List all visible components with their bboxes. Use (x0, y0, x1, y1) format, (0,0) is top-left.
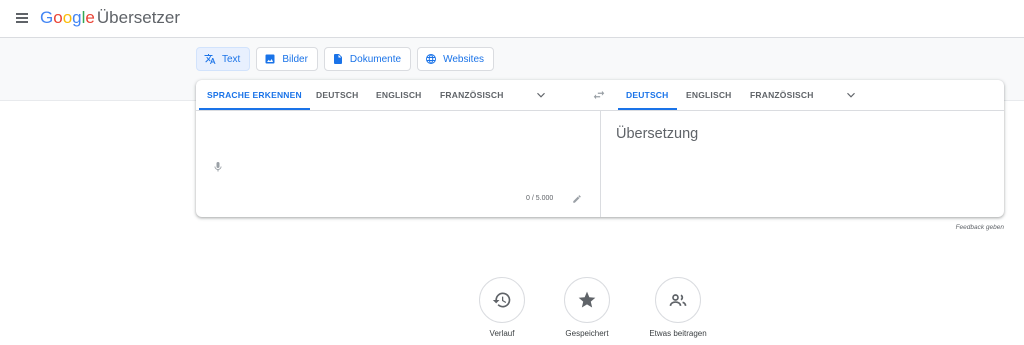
menu-icon[interactable] (12, 8, 32, 28)
target-lang-german[interactable]: DEUTSCH (618, 80, 676, 110)
tab-images[interactable]: Bilder (256, 47, 318, 71)
translate-icon (204, 54, 216, 64)
saved-button[interactable] (564, 277, 610, 323)
tab-websites[interactable]: Websites (417, 47, 495, 71)
tab-label: Bilder (282, 53, 308, 65)
tab-label: Websites (443, 53, 485, 65)
pencil-icon[interactable] (572, 194, 582, 204)
tab-label: Text (222, 53, 241, 65)
history-label: Verlauf (489, 329, 515, 338)
swap-languages-icon[interactable] (592, 88, 606, 102)
globe-icon (426, 54, 437, 64)
product-name: Übersetzer (96, 8, 181, 27)
google-logo: Google (40, 8, 95, 27)
contribute-label: Etwas beitragen (649, 329, 707, 338)
document-icon (333, 54, 342, 64)
history-icon (492, 292, 511, 308)
community-icon (669, 294, 687, 306)
saved-label: Gespeichert (565, 329, 609, 338)
target-lang-english[interactable]: ENGLISCH (686, 80, 732, 109)
tab-text[interactable]: Text (196, 47, 251, 71)
feedback-link[interactable]: Feedback geben (956, 224, 1004, 231)
microphone-icon[interactable] (212, 160, 224, 174)
saved-action[interactable]: Gespeichert (542, 277, 632, 338)
character-counter: 0 / 5.000 (526, 195, 554, 202)
star-icon (578, 291, 596, 308)
contribute-action[interactable]: Etwas beitragen (633, 277, 723, 338)
translation-output: Übersetzung (616, 126, 699, 142)
target-lang-french[interactable]: FRANZÖSISCH (750, 80, 814, 109)
contribute-button[interactable] (655, 277, 701, 323)
source-lang-english[interactable]: ENGLISCH (376, 80, 422, 109)
app-header: Google Übersetzer (0, 0, 1024, 38)
chevron-down-icon[interactable] (534, 88, 548, 102)
language-bar: SPRACHE ERKENNEN DEUTSCH ENGLISCH FRANZÖ… (196, 80, 1004, 111)
mode-tabs: Text Bilder Dokumente Websites (196, 47, 495, 71)
source-lang-german[interactable]: DEUTSCH (316, 80, 359, 109)
source-lang-detect[interactable]: SPRACHE ERKENNEN (199, 80, 310, 110)
image-icon (265, 54, 275, 64)
history-button[interactable] (479, 277, 525, 323)
chevron-down-icon[interactable] (844, 88, 858, 102)
history-action[interactable]: Verlauf (457, 277, 547, 338)
app-logo[interactable]: Google Übersetzer (40, 8, 180, 28)
panel-divider (600, 110, 601, 217)
translation-card: SPRACHE ERKENNEN DEUTSCH ENGLISCH FRANZÖ… (196, 80, 1004, 217)
tab-label: Dokumente (349, 53, 402, 65)
tab-documents[interactable]: Dokumente (323, 47, 412, 71)
source-lang-french[interactable]: FRANZÖSISCH (440, 80, 504, 109)
